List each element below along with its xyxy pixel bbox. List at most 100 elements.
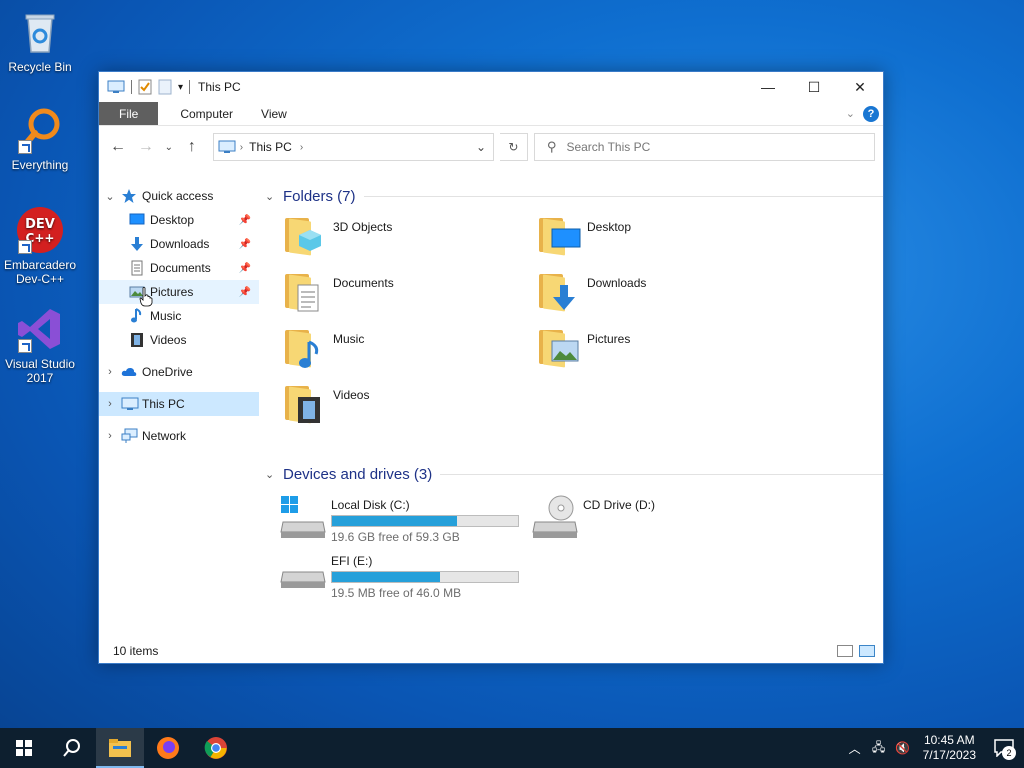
folder-desktop-icon bbox=[537, 212, 581, 256]
expand-ribbon-chevron-icon[interactable]: ⌄ bbox=[846, 107, 855, 120]
expand-chevron-icon[interactable]: › bbox=[99, 430, 121, 442]
nav-desktop[interactable]: Desktop 📌 bbox=[99, 208, 259, 232]
taskbar-firefox[interactable] bbox=[144, 728, 192, 768]
taskbar-chrome[interactable] bbox=[192, 728, 240, 768]
address-dropdown-icon[interactable]: ⌄ bbox=[469, 140, 493, 154]
new-folder-icon[interactable] bbox=[158, 79, 172, 95]
back-arrow-icon[interactable]: ← bbox=[107, 136, 129, 158]
folder-documents[interactable]: Documents bbox=[283, 268, 523, 318]
pin-icon[interactable]: 📌 bbox=[239, 287, 251, 298]
taskbar: ︿ 🖧 🔇 10:45 AM 7/17/2023 2 bbox=[0, 728, 1024, 768]
nav-pictures[interactable]: Pictures 📌 bbox=[99, 280, 259, 304]
drive-free-space: 19.5 MB free of 46.0 MB bbox=[331, 586, 462, 600]
up-arrow-icon[interactable]: ↑ bbox=[181, 136, 203, 158]
drive-efi-e[interactable]: EFI (E:) 19.5 MB free of 46.0 MB bbox=[279, 546, 529, 602]
file-explorer-icon bbox=[109, 739, 131, 757]
nav-quick-access[interactable]: ⌄ Quick access bbox=[99, 184, 259, 208]
drives-grid: Local Disk (C:) 19.6 GB free of 59.3 GB … bbox=[265, 486, 883, 606]
tab-view[interactable]: View bbox=[247, 102, 301, 125]
collapse-chevron-icon[interactable]: ⌄ bbox=[265, 190, 281, 203]
forward-arrow-icon[interactable]: → bbox=[135, 136, 157, 158]
chrome-icon bbox=[204, 737, 227, 759]
address-bar[interactable]: › This PC › ⌄ bbox=[212, 133, 494, 161]
nav-label: OneDrive bbox=[142, 365, 193, 379]
expand-chevron-icon[interactable]: ⌄ bbox=[99, 190, 121, 203]
separator bbox=[131, 80, 132, 94]
folders-group-header[interactable]: ⌄ Folders (7) bbox=[265, 184, 883, 208]
desktop-icon-recycle-bin[interactable]: Recycle Bin bbox=[0, 8, 80, 74]
cloud-icon bbox=[121, 364, 137, 380]
start-button[interactable] bbox=[0, 728, 48, 768]
nav-downloads[interactable]: Downloads 📌 bbox=[99, 232, 259, 256]
breadcrumb-separator-icon[interactable]: › bbox=[240, 142, 243, 153]
search-button[interactable] bbox=[48, 728, 96, 768]
pin-icon[interactable]: 📌 bbox=[239, 239, 251, 250]
drive-free-space: 19.6 GB free of 59.3 GB bbox=[331, 530, 460, 544]
windows-logo-icon bbox=[16, 740, 32, 756]
drive-cd-d[interactable]: CD Drive (D:) bbox=[531, 490, 781, 546]
folder-label: Desktop bbox=[587, 220, 632, 234]
nav-music[interactable]: Music bbox=[99, 304, 259, 328]
close-button[interactable]: ✕ bbox=[837, 72, 883, 102]
computer-icon bbox=[121, 396, 139, 412]
desktop-icon-devcpp[interactable]: DEV C++ Embarcadero Dev-C++ bbox=[0, 206, 80, 286]
collapse-chevron-icon[interactable]: ⌄ bbox=[265, 468, 281, 481]
breadcrumb[interactable]: This PC bbox=[249, 140, 292, 154]
music-note-icon bbox=[129, 308, 145, 324]
details-view-icon[interactable] bbox=[837, 645, 853, 657]
hand-cursor-icon bbox=[139, 287, 153, 307]
nav-documents[interactable]: Documents 📌 bbox=[99, 256, 259, 280]
desktop-icon-everything[interactable]: Everything bbox=[0, 106, 80, 172]
drive-usage-bar bbox=[331, 571, 519, 583]
folder-label: Videos bbox=[333, 388, 370, 402]
desktop-icon-visual-studio[interactable]: Visual Studio 2017 bbox=[0, 305, 80, 385]
clock[interactable]: 10:45 AM 7/17/2023 bbox=[915, 733, 984, 763]
drive-name: Local Disk (C:) bbox=[331, 498, 410, 512]
shortcut-arrow-icon bbox=[18, 140, 32, 154]
folder-videos[interactable]: Videos bbox=[283, 380, 523, 430]
taskbar-file-explorer[interactable] bbox=[96, 728, 144, 768]
folder-3d-objects[interactable]: 3D Objects bbox=[283, 212, 523, 262]
tab-file[interactable]: File bbox=[99, 102, 159, 125]
expand-chevron-icon[interactable]: › bbox=[99, 398, 121, 410]
breadcrumb-separator-icon[interactable]: › bbox=[300, 142, 303, 153]
nav-label: Downloads bbox=[150, 237, 210, 251]
properties-icon[interactable] bbox=[138, 79, 152, 95]
minimize-button[interactable]: — bbox=[745, 72, 791, 102]
desktop-icon-label: Recycle Bin bbox=[8, 60, 72, 74]
action-center-button[interactable]: 2 bbox=[984, 728, 1024, 768]
folder-music[interactable]: Music bbox=[283, 324, 523, 374]
tab-computer[interactable]: Computer bbox=[158, 102, 247, 125]
nav-onedrive[interactable]: › OneDrive bbox=[99, 360, 259, 384]
folder-downloads[interactable]: Downloads bbox=[537, 268, 777, 318]
group-title: Devices and drives (3) bbox=[283, 465, 433, 483]
volume-muted-icon[interactable]: 🔇 bbox=[891, 741, 915, 755]
pin-icon[interactable]: 📌 bbox=[239, 215, 251, 226]
quick-access-toolbar: ▾ bbox=[107, 79, 191, 95]
visual-studio-icon bbox=[16, 305, 64, 353]
customize-toolbar-chevron-icon[interactable]: ▾ bbox=[178, 82, 183, 93]
pin-icon[interactable]: 📌 bbox=[239, 263, 251, 274]
expand-chevron-icon[interactable]: › bbox=[99, 366, 121, 378]
status-bar: 10 items bbox=[99, 639, 883, 663]
drive-local-disk-c[interactable]: Local Disk (C:) 19.6 GB free of 59.3 GB bbox=[279, 490, 529, 546]
drive-usage-bar bbox=[331, 515, 519, 527]
nav-videos[interactable]: Videos bbox=[99, 328, 259, 352]
navigation-pane: ⌄ Quick access Desktop 📌 Downloads 📌 Doc… bbox=[99, 180, 259, 448]
show-hidden-icons-chevron-icon[interactable]: ︿ bbox=[843, 740, 867, 757]
folder-videos-icon bbox=[283, 380, 327, 424]
help-icon[interactable]: ? bbox=[863, 105, 879, 122]
nav-label: Desktop bbox=[150, 213, 195, 227]
folder-desktop[interactable]: Desktop bbox=[537, 212, 777, 262]
folder-pictures[interactable]: Pictures bbox=[537, 324, 777, 374]
search-input[interactable]: ⚲ Search This PC bbox=[533, 133, 875, 161]
refresh-icon[interactable]: ↻ bbox=[500, 133, 528, 161]
nav-this-pc[interactable]: › This PC bbox=[99, 392, 259, 416]
drives-group-header[interactable]: ⌄ Devices and drives (3) bbox=[265, 462, 883, 486]
nav-network[interactable]: › Network bbox=[99, 424, 259, 448]
network-status-icon[interactable]: 🖧 bbox=[867, 738, 891, 759]
maximize-button[interactable]: ☐ bbox=[791, 72, 837, 102]
content-pane: ⌄ Folders (7) 3D Objects Desktop Documen… bbox=[265, 180, 883, 606]
large-icons-view-icon[interactable] bbox=[859, 645, 875, 657]
recent-locations-chevron-icon[interactable]: ⌄ bbox=[163, 136, 175, 158]
